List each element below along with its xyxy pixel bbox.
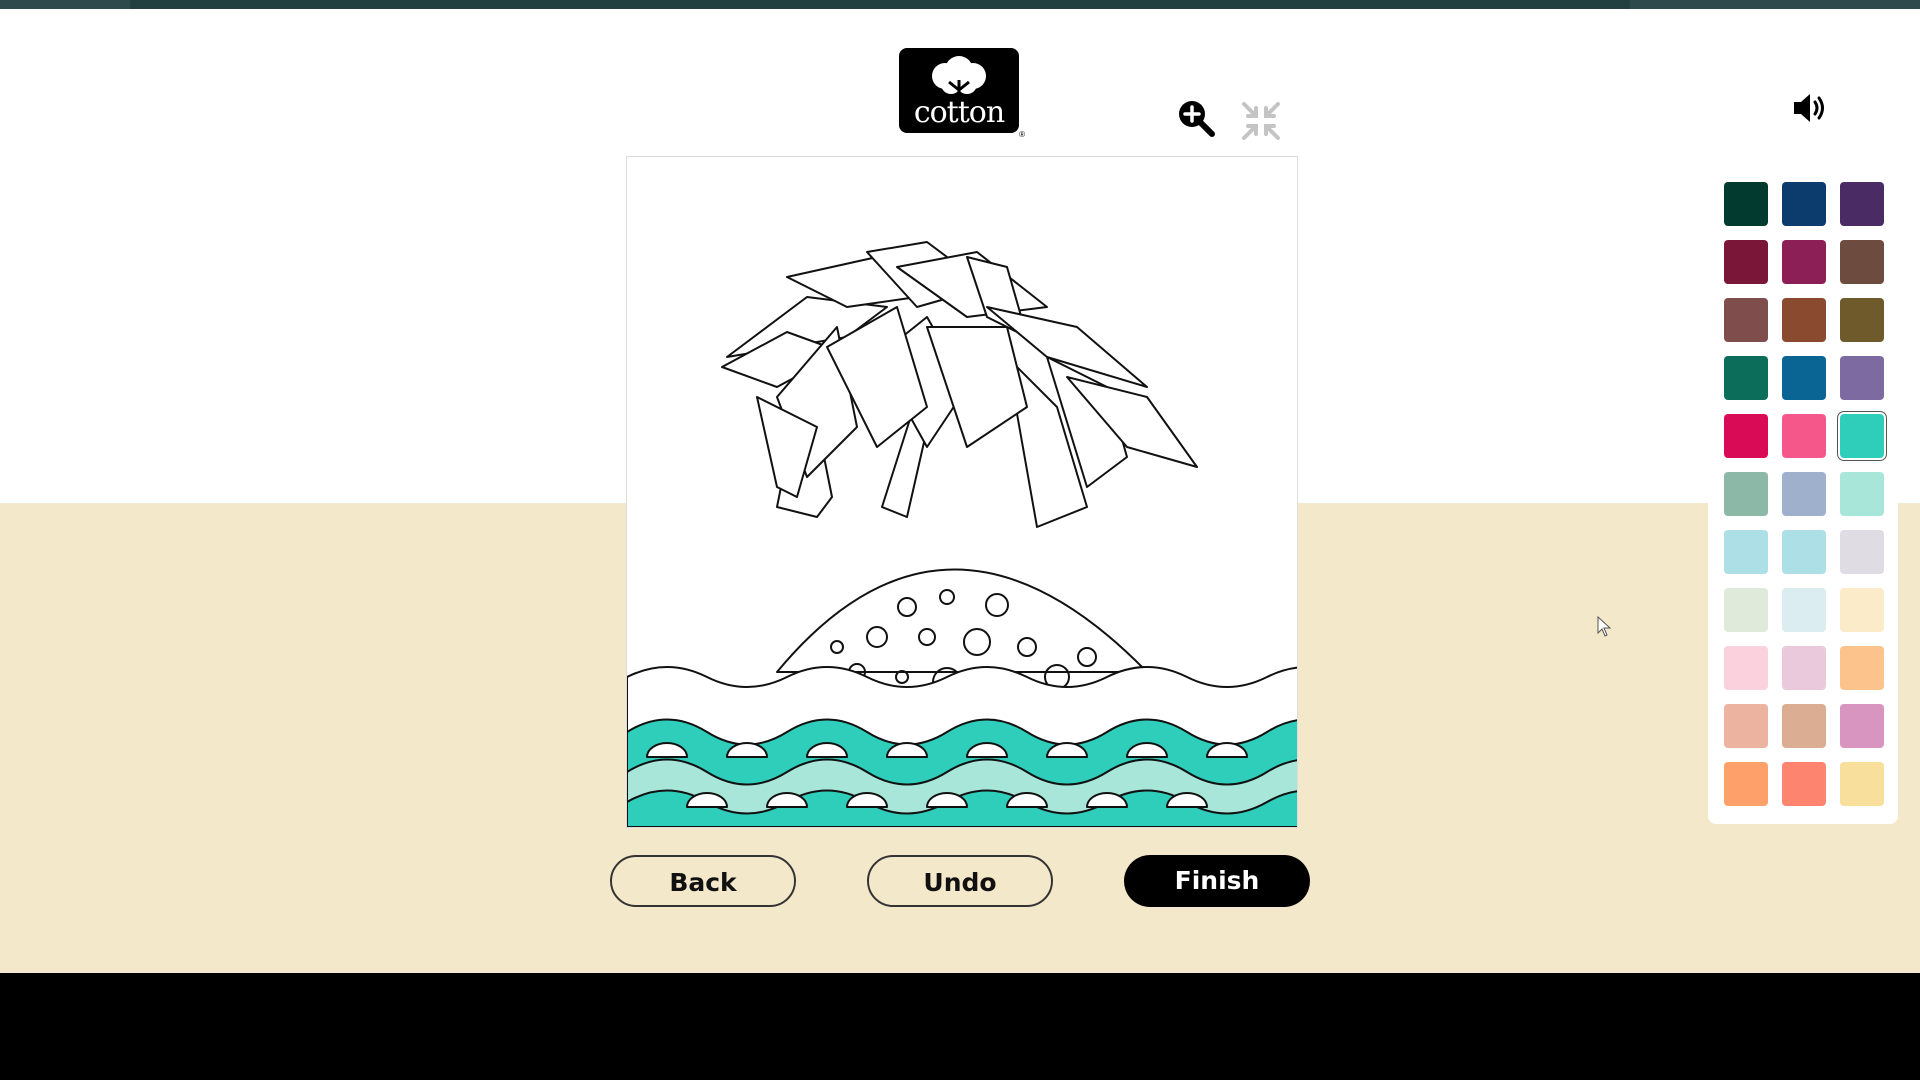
- color-swatch[interactable]: [1840, 588, 1884, 632]
- color-swatch[interactable]: [1840, 646, 1884, 690]
- color-swatch[interactable]: [1840, 182, 1884, 226]
- color-swatch[interactable]: [1840, 356, 1884, 400]
- logo-wordmark: cotton: [913, 95, 1005, 130]
- color-swatch[interactable]: [1724, 298, 1768, 342]
- color-swatch[interactable]: [1782, 298, 1826, 342]
- top-bar: [0, 0, 1920, 9]
- color-swatch[interactable]: [1840, 298, 1884, 342]
- color-swatch[interactable]: [1840, 762, 1884, 806]
- palm-island-drawing[interactable]: [627, 157, 1297, 827]
- minimize-icon[interactable]: [1240, 100, 1282, 142]
- zoom-in-icon[interactable]: [1176, 98, 1216, 138]
- color-swatch[interactable]: [1724, 762, 1768, 806]
- color-swatch[interactable]: [1724, 240, 1768, 284]
- color-swatch[interactable]: [1724, 356, 1768, 400]
- island-hill[interactable]: [776, 568, 1148, 673]
- mouse-cursor-icon: [1597, 616, 1612, 637]
- color-swatch[interactable]: [1724, 472, 1768, 516]
- color-swatch[interactable]: [1840, 240, 1884, 284]
- color-palette: [1708, 168, 1898, 824]
- registered-mark: ®: [1019, 130, 1025, 139]
- palm-fronds[interactable]: [721, 241, 1198, 528]
- back-button[interactable]: Back: [610, 855, 796, 907]
- bottom-bar: [0, 973, 1920, 1080]
- coloring-canvas[interactable]: [626, 156, 1298, 828]
- color-swatch[interactable]: [1724, 588, 1768, 632]
- color-swatch[interactable]: [1724, 704, 1768, 748]
- color-swatch[interactable]: [1782, 646, 1826, 690]
- color-swatch[interactable]: [1782, 530, 1826, 574]
- color-swatch[interactable]: [1724, 182, 1768, 226]
- cotton-logo: cotton ®: [899, 48, 1025, 139]
- speaker-icon[interactable]: [1790, 88, 1830, 128]
- color-swatch[interactable]: [1724, 646, 1768, 690]
- color-swatch[interactable]: [1782, 240, 1826, 284]
- color-swatch[interactable]: [1840, 414, 1884, 458]
- finish-button[interactable]: Finish: [1124, 855, 1310, 907]
- top-bar-inner: [130, 0, 1630, 9]
- color-swatch[interactable]: [1840, 472, 1884, 516]
- color-swatch[interactable]: [1782, 588, 1826, 632]
- undo-button[interactable]: Undo: [867, 855, 1053, 907]
- color-swatch[interactable]: [1782, 762, 1826, 806]
- color-swatch[interactable]: [1724, 530, 1768, 574]
- color-swatch[interactable]: [1782, 704, 1826, 748]
- color-swatch[interactable]: [1840, 530, 1884, 574]
- color-swatch[interactable]: [1782, 356, 1826, 400]
- color-swatch[interactable]: [1782, 182, 1826, 226]
- color-swatch[interactable]: [1782, 472, 1826, 516]
- color-swatch[interactable]: [1840, 704, 1884, 748]
- color-swatch[interactable]: [1724, 414, 1768, 458]
- color-swatch[interactable]: [1782, 414, 1826, 458]
